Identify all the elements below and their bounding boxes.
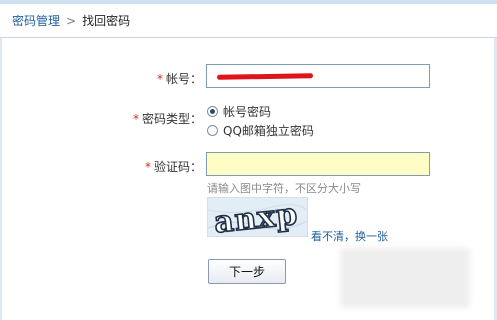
- radio-label-qqmail-password: QQ邮箱独立密码: [223, 124, 314, 138]
- captcha-glyphs: anxp: [208, 198, 307, 237]
- breadcrumb-separator: >: [66, 13, 77, 28]
- breadcrumb-parent-link[interactable]: 密码管理: [12, 12, 60, 29]
- breadcrumb: 密码管理 > 找回密码: [0, 4, 497, 38]
- radio-qqmail-password[interactable]: QQ邮箱独立密码: [207, 122, 314, 139]
- redaction-mark: [216, 73, 314, 80]
- password-type-label: * 密码类型：: [132, 112, 202, 126]
- radio-label-account-password: 帐号密码: [223, 105, 272, 119]
- captcha-text: anxp: [212, 198, 299, 237]
- account-label: * 帐号：: [156, 72, 202, 86]
- captcha-refresh-link[interactable]: 看不清，换一张: [311, 228, 388, 244]
- breadcrumb-current: 找回密码: [82, 14, 131, 28]
- captcha-image[interactable]: anxp: [207, 197, 308, 237]
- required-mark: *: [132, 112, 139, 126]
- left-border: [0, 38, 2, 320]
- radio-account-password[interactable]: 帐号密码: [207, 103, 271, 120]
- next-step-button[interactable]: 下一步: [208, 259, 286, 284]
- account-input[interactable]: [206, 64, 430, 88]
- radio-button-unchecked[interactable]: [207, 125, 218, 136]
- captcha-input[interactable]: [206, 152, 430, 176]
- captcha-label: * 验证码：: [144, 160, 202, 174]
- captcha-hint: 请输入图中字符，不区分大小写: [207, 182, 361, 195]
- required-mark: *: [144, 160, 151, 174]
- required-mark: *: [156, 72, 163, 86]
- blurred-watermark: [340, 248, 470, 308]
- radio-button-checked[interactable]: [207, 106, 218, 117]
